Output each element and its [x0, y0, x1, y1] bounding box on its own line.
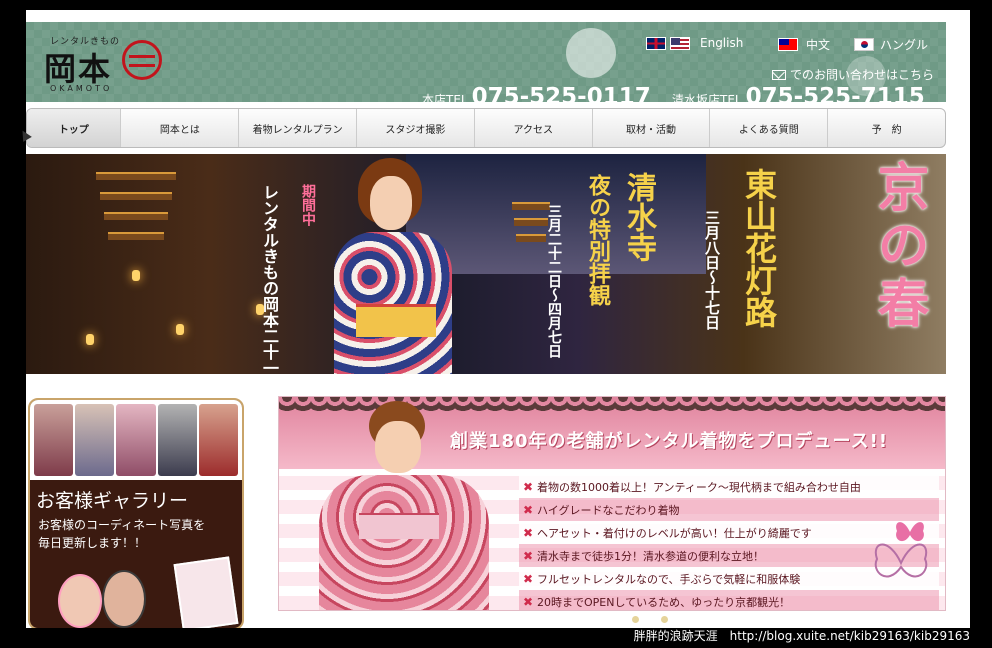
main-store-phone: 本店TEL 075-525-0117	[422, 84, 651, 110]
phone-label: 清水坂店TEL	[672, 93, 742, 107]
contact-label: でのお問い合わせはこちら	[789, 68, 934, 82]
feature-item: ✖ 着物の数1000着以上！アンティーク〜現代柄まで組み合わせ自由	[519, 475, 939, 498]
phone-label: 本店TEL	[422, 93, 468, 107]
lang-korean-link[interactable]: ハングル	[854, 36, 928, 53]
carousel-dot[interactable]	[661, 616, 668, 623]
lantern-icon	[86, 334, 94, 345]
customer-gallery-card[interactable]: お客様ギャラリー お客様のコーディネート写真を 毎日更新します！！	[28, 398, 244, 628]
gallery-photo	[157, 404, 197, 476]
butterfly-icon	[896, 522, 924, 542]
main-nav: トップ 岡本とは 着物レンタルプラン スタジオ撮影 アクセス 取材・活動 よくあ…	[26, 108, 946, 148]
gallery-photo	[75, 404, 115, 476]
yasaka-pagoda-image	[86, 162, 186, 262]
cross-mark-icon: ✖	[522, 548, 534, 563]
cross-mark-icon: ✖	[522, 571, 534, 586]
feature-text: ハイグレードなこだわり着物	[537, 503, 680, 517]
lantern-icon	[132, 270, 140, 281]
gallery-description-line1: お客様のコーディネート写真を	[38, 518, 206, 532]
nav-item-media[interactable]: 取材・活動	[593, 109, 711, 147]
gallery-photo	[34, 404, 74, 476]
kyo-no-haru-title: 京の春	[868, 160, 929, 334]
uk-flag-icon	[646, 36, 666, 50]
lang-chinese-label: 中文	[806, 38, 831, 52]
cherry-blossom-decoration	[566, 28, 616, 78]
cross-mark-icon: ✖	[522, 479, 534, 494]
site-logo[interactable]: レンタルきもの 岡本 OKAMOTO	[44, 34, 170, 94]
lang-english-label: English	[700, 36, 744, 50]
feature-item: ✖ ハイグレードなこだわり着物	[519, 498, 939, 521]
gallery-photo	[116, 404, 156, 476]
kiyomizu-dates: 三月二十二日〜四月七日	[546, 204, 562, 358]
gallery-photo-strip	[30, 400, 242, 480]
gallery-description-line2: 毎日更新します！！	[38, 536, 147, 550]
nav-item-about[interactable]: 岡本とは	[121, 109, 240, 147]
cross-mark-icon: ✖	[522, 525, 534, 540]
feature-text: 着物の数1000着以上！アンティーク〜現代柄まで組み合わせ自由	[537, 480, 861, 494]
feature-text: ヘアセット・着付けのレベルが高い！仕上がり綺麗です	[537, 526, 812, 540]
feature-text: フルセットレンタルなので、手ぶらで気軽に和服体験	[537, 572, 801, 586]
gallery-title: お客様ギャラリー	[36, 490, 189, 512]
gallery-photo	[198, 404, 239, 476]
cross-mark-icon: ✖	[522, 502, 534, 517]
nav-item-faq[interactable]: よくある質問	[710, 109, 829, 147]
kr-flag-icon	[854, 38, 874, 51]
kiyomizu-title: 清水寺	[621, 172, 656, 262]
phone-number: 075-525-0117	[471, 84, 651, 110]
lang-chinese-link[interactable]: 中文	[778, 36, 830, 53]
us-flag-icon	[670, 36, 690, 50]
promo-panel: 創業180年の老舗がレンタル着物をプロデュース!! ✖ 着物の数1000着以上！ア…	[278, 396, 946, 611]
mail-icon	[771, 69, 786, 80]
feature-text: 20時までOPENしているため、ゆったり京都観光！	[537, 595, 791, 609]
nav-item-access[interactable]: アクセス	[475, 109, 593, 147]
kiyomizu-subtitle: 夜の特別拝観	[585, 174, 611, 306]
contact-link[interactable]: でのお問い合わせはこちら	[771, 66, 934, 83]
carousel-dots	[632, 616, 668, 623]
nav-item-top[interactable]: トップ	[27, 109, 122, 147]
gallery-customer-photos	[38, 556, 239, 628]
promo-model-image	[309, 401, 489, 610]
phone-number: 075-525-7115	[745, 84, 925, 110]
kiyomizu-store-phone: 清水坂店TEL 075-525-7115	[672, 84, 925, 110]
page: レンタルきもの 岡本 OKAMOTO English 中文 ハングル でのお問い…	[26, 10, 970, 628]
site-header: レンタルきもの 岡本 OKAMOTO English 中文 ハングル でのお問い…	[26, 22, 946, 110]
carousel-dot[interactable]	[632, 616, 639, 623]
banner-period-label: 期間中	[300, 184, 316, 226]
nav-item-rental-plan[interactable]: 着物レンタルプラン	[239, 109, 358, 147]
nav-item-studio[interactable]: スタジオ撮影	[357, 109, 475, 147]
banner-hours-text: レンタルきもの岡本二十一時まで営業	[260, 184, 279, 374]
cross-mark-icon: ✖	[522, 594, 534, 609]
tw-flag-icon	[778, 38, 798, 51]
family-crest-icon	[122, 40, 162, 80]
nav-item-reservation[interactable]: 予 約	[828, 109, 945, 147]
kimono-model-image	[326, 154, 456, 374]
spring-event-banner[interactable]: 期間中 レンタルきもの岡本二十一時まで営業 清水寺 夜の特別拝観 三月二十二日〜…	[26, 154, 946, 374]
feature-text: 清水寺まで徒歩1分！清水参道の便利な立地！	[537, 549, 764, 563]
hanatoro-title: 東山花灯路	[740, 168, 778, 328]
hanatoro-dates: 三月八日〜十七日	[703, 210, 721, 330]
blog-watermark: 胖胖的浪跡天涯 http://blog.xuite.net/kib29163/k…	[633, 629, 970, 643]
lantern-icon	[176, 324, 184, 335]
lang-korean-label: ハングル	[880, 38, 929, 52]
lang-english-link[interactable]: English	[646, 36, 743, 50]
logo-roman: OKAMOTO	[50, 84, 113, 93]
